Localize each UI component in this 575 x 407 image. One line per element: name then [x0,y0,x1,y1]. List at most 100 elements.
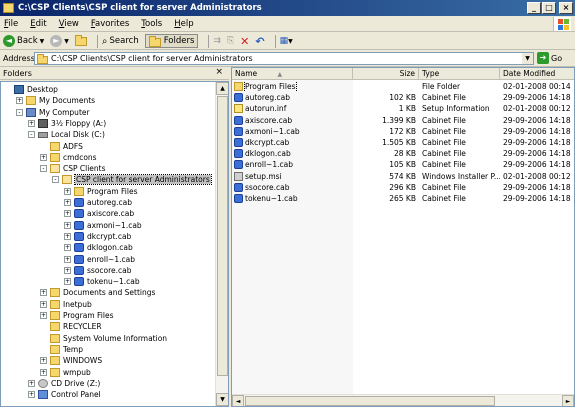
expand-icon[interactable]: + [40,289,47,297]
column-header-date-modified[interactable]: Date Modified [500,68,574,80]
expand-icon[interactable]: + [64,210,71,218]
expand-icon[interactable]: + [40,153,47,161]
expand-icon[interactable]: + [40,368,47,376]
tree-item[interactable]: Temp [40,344,83,355]
expand-icon[interactable]: + [64,221,71,229]
menu-view[interactable]: View [59,19,79,29]
vertical-scrollbar[interactable]: ▲ ▼ [215,82,228,406]
tree-item[interactable]: + autoreg.cab [64,197,132,208]
scroll-thumb[interactable] [245,396,495,406]
file-row[interactable]: ssocore.cab 296 KB Cabinet File 29-09-2006 … [232,182,574,193]
folders-button[interactable]: Folders [144,34,199,48]
tree-item[interactable]: - My Computer [16,107,90,118]
file-row[interactable]: Program Files File Folder 02-01-2008 00:14 [232,81,574,92]
collapse-icon[interactable]: - [28,131,35,139]
scroll-thumb[interactable] [217,96,228,376]
expand-icon[interactable]: + [40,357,47,365]
minimize-button[interactable]: _ [527,2,541,14]
tree-item[interactable]: + tokenu~1.cab [64,276,140,287]
collapse-icon[interactable]: - [52,176,59,184]
expand-icon[interactable]: + [64,255,71,263]
tree-item[interactable]: + ssocore.cab [64,265,132,276]
delete-button[interactable]: ✕ [240,35,249,48]
expand-icon[interactable]: + [40,300,47,308]
file-row[interactable]: tokenu~1.cab 265 KB Cabinet File 29-09-2006… [232,193,574,204]
tree-item[interactable]: - CSP client for server Administrators [52,174,212,186]
tree-item[interactable]: + axmoni~1.cab [64,220,142,231]
file-row[interactable]: axiscore.cab 1.399 KB Cabinet File 29-09-20… [232,115,574,126]
expand-icon[interactable]: + [28,379,35,387]
file-name-cell: axmoni~1.cab [234,126,352,137]
tree-item[interactable]: + dklogon.cab [64,242,133,253]
search-button[interactable]: ⌕ Search [102,36,139,47]
menu-file[interactable]: File [4,19,18,29]
column-header-name[interactable]: Name ▲ [232,68,353,80]
tree-item[interactable]: + axiscore.cab [64,208,134,219]
tree-item[interactable]: + Inetpub [40,299,92,310]
column-header-type[interactable]: Type [419,68,500,80]
tree-item[interactable]: - Local Disk (C:) [28,129,105,140]
file-row[interactable]: axmoni~1.cab 172 KB Cabinet File 29-09-2006… [232,126,574,137]
menu-help[interactable]: Help [174,19,193,29]
move-to-button[interactable]: ⇉ [213,36,221,46]
views-button[interactable]: ▦ ▼ [280,36,293,46]
tree-item[interactable]: System Volume Information [40,333,167,344]
menu-edit[interactable]: Edit [30,19,46,29]
horizontal-scrollbar[interactable]: ◄ ► [232,394,574,406]
collapse-icon[interactable]: - [40,165,47,173]
scroll-right-button[interactable]: ► [562,395,574,406]
close-pane-button[interactable]: × [215,67,223,77]
close-button[interactable]: × [559,2,573,14]
expand-icon[interactable]: + [40,312,47,319]
expand-icon[interactable]: + [16,97,23,105]
tree-item[interactable]: + My Documents [16,95,95,106]
expand-icon[interactable]: + [64,232,71,240]
tree-item[interactable]: - CSP Clients [40,163,106,174]
menu-favorites[interactable]: Favorites [91,19,129,29]
scroll-up-button[interactable]: ▲ [216,82,228,95]
title-bar[interactable]: C:\CSP Clients\CSP client for server Adm… [0,0,575,16]
column-header-size[interactable]: Size [353,68,419,80]
go-button[interactable]: ➜ Go [537,52,562,64]
up-button[interactable] [74,34,87,46]
forward-button[interactable]: ► ▼ [50,35,69,47]
back-button[interactable]: ◄ Back ▼ [3,35,44,47]
tree-item[interactable]: + wmpub [40,367,91,378]
file-row[interactable]: enroll~1.cab 105 KB Cabinet File 29-09-2006… [232,159,574,170]
copy-to-button[interactable]: ⎘ [227,36,234,46]
expand-icon[interactable]: + [28,391,35,399]
file-row[interactable]: autoreg.cab 102 KB Cabinet File 29-09-2006 … [232,92,574,103]
tree-item[interactable]: +3½ Floppy (A:) [28,118,106,129]
address-input[interactable]: C:\CSP Clients\CSP client for server Adm… [34,52,534,65]
tree-item[interactable]: + Documents and Settings [40,287,155,298]
expand-icon[interactable]: + [28,119,35,127]
maximize-button[interactable]: □ [542,2,556,14]
tree-item[interactable]: + cmdcons [40,152,97,163]
chevron-down-icon[interactable]: ▼ [522,53,533,64]
expand-icon[interactable]: + [64,187,71,195]
menu-tools[interactable]: Tools [141,19,162,29]
tree-item[interactable]: + enroll~1.cab [64,254,135,265]
tree-item[interactable]: RECYCLER [40,321,102,332]
tree-item[interactable]: + WINDOWS [40,355,102,366]
tree-item[interactable]: + CD Drive (Z:) [28,378,100,389]
tree-item[interactable]: + Program Files [64,186,138,197]
expand-icon[interactable]: + [64,244,71,252]
tree-item[interactable]: ADFS [40,141,83,152]
tree-item[interactable]: + Control Panel [28,389,101,400]
file-row[interactable]: dklogon.cab 28 KB Cabinet File 29-09-2006 1… [232,148,574,159]
tree-item[interactable]: + Program Files [40,310,114,321]
tree-item[interactable]: + dkcrypt.cab [64,231,131,242]
file-row[interactable]: setup.msi 574 KB Windows Installer P... 02-… [232,171,574,182]
scroll-left-button[interactable]: ◄ [232,395,244,406]
expand-icon[interactable]: + [64,199,71,206]
tree-item[interactable]: Desktop [4,84,58,95]
file-name: setup.msi [245,171,282,181]
file-row[interactable]: dkcrypt.cab 1.505 KB Cabinet File 29-09-200… [232,137,574,148]
expand-icon[interactable]: + [64,266,71,274]
file-row[interactable]: autorun.inf 1 KB Setup Information 02-01-20… [232,103,574,114]
undo-button[interactable]: ↶ [255,35,264,48]
scroll-down-button[interactable]: ▼ [216,393,228,406]
expand-icon[interactable]: + [64,278,71,286]
collapse-icon[interactable]: - [16,108,23,116]
